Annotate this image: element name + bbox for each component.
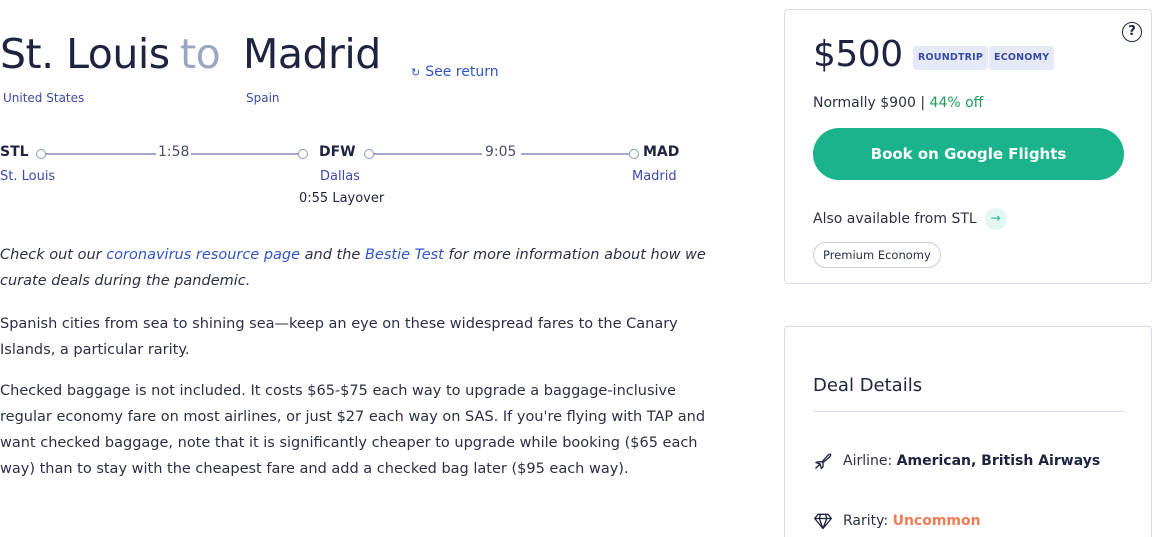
rarity-label: Rarity:: [843, 513, 893, 529]
discount-percent: 44% off: [929, 95, 984, 111]
divider: [813, 411, 1124, 412]
stop-marker: [298, 149, 308, 159]
premium-economy-chip[interactable]: Premium Economy: [813, 242, 941, 268]
refresh-icon: ↻: [411, 65, 421, 79]
segment-line: [374, 153, 482, 155]
notice-text: Check out our: [0, 247, 107, 263]
route-connector: to: [180, 30, 221, 78]
also-available-label: Also available from STL: [813, 211, 977, 227]
segment-line: [46, 153, 156, 155]
segment-duration-2: 9:05: [483, 144, 519, 160]
coronavirus-resource-link[interactable]: coronavirus resource page: [106, 247, 300, 263]
segment-line: [521, 153, 629, 155]
notice-text: and the: [300, 247, 365, 263]
stop-city-layover: Dallas: [320, 169, 360, 184]
diamond-icon: [814, 513, 832, 530]
layover-duration: 0:55 Layover: [299, 191, 385, 206]
see-return-link[interactable]: ↻ See return: [411, 64, 499, 80]
normal-price-text: Normally $900: [813, 95, 916, 111]
plane-icon: [815, 453, 832, 470]
stop-code-destination: MAD: [643, 144, 680, 160]
airline-value: American, British Airways: [896, 453, 1101, 469]
airline-row: Airline: American, British Airways: [813, 451, 1100, 471]
price-separator: |: [915, 95, 930, 111]
baggage-info: Checked baggage is not included. It cost…: [0, 383, 706, 477]
deal-description: Spanish cities from sea to shining sea—k…: [0, 316, 678, 358]
stop-marker: [364, 149, 374, 159]
book-google-flights-button[interactable]: Book on Google Flights: [813, 128, 1124, 180]
normal-price: Normally $900 | 44% off: [813, 95, 983, 111]
bestie-test-link[interactable]: Bestie Test: [365, 247, 444, 263]
rarity-text: Rarity: Uncommon: [843, 513, 981, 529]
see-return-label: See return: [425, 64, 499, 80]
rarity-row: Rarity: Uncommon: [813, 511, 981, 531]
deal-details-card: Deal Details Airline: American, British …: [784, 326, 1152, 537]
stop-city-origin: St. Louis: [0, 169, 56, 184]
help-icon[interactable]: ?: [1122, 22, 1142, 42]
pandemic-notice: Check out our coronavirus resource page …: [0, 242, 720, 294]
origin-country: United States: [3, 91, 85, 105]
stop-code-layover: DFW: [319, 144, 356, 160]
stop-marker: [629, 149, 639, 159]
segment-duration-1: 1:58: [156, 144, 192, 160]
deal-price: $500: [813, 34, 903, 75]
price-card: ? $500 ROUNDTRIP ECONOMY Normally $900 |…: [784, 9, 1152, 284]
destination-city: Madrid: [243, 30, 381, 78]
airline-text: Airline: American, British Airways: [843, 453, 1100, 469]
arrow-right-icon[interactable]: →: [984, 208, 1007, 230]
origin-city: St. Louis: [0, 30, 170, 78]
trip-type-badge: ROUNDTRIP: [913, 46, 989, 70]
itinerary: STL DFW MAD 1:58 9:05 St. Louis Dallas M…: [0, 144, 690, 214]
destination-country: Spain: [246, 91, 280, 105]
cabin-class-badge: ECONOMY: [989, 46, 1055, 70]
stop-code-origin: STL: [0, 144, 29, 160]
rarity-value: Uncommon: [892, 513, 981, 529]
also-available[interactable]: Also available from STL →: [813, 208, 1007, 230]
stop-city-destination: Madrid: [632, 169, 677, 184]
airline-label: Airline:: [843, 453, 897, 469]
segment-line: [190, 153, 298, 155]
stop-marker: [36, 149, 46, 159]
deal-details-title: Deal Details: [813, 375, 923, 396]
